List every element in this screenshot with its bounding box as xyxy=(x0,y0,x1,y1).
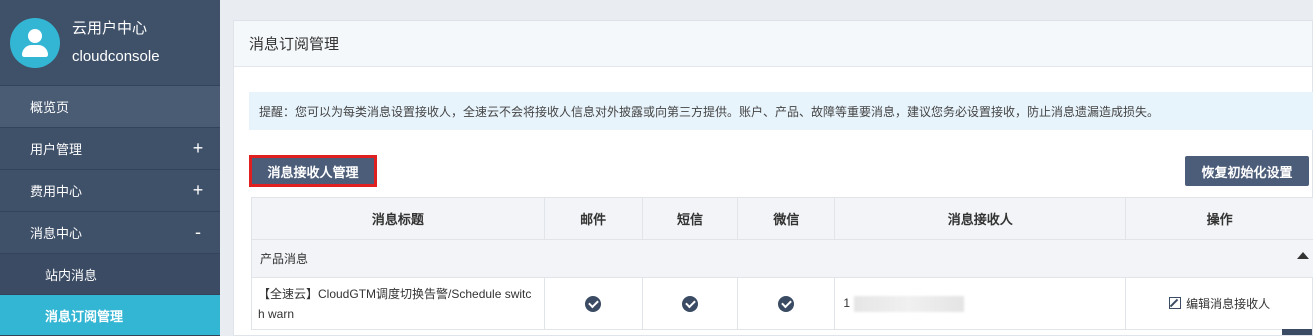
edit-receiver-label: 编辑消息接收人 xyxy=(1186,297,1271,311)
group-row-product[interactable]: 产品消息 xyxy=(251,239,1313,278)
subscription-table: 消息标题 邮件 短信 微信 消息接收人 操作 产品消息 【全速云】CloudGT… xyxy=(251,197,1313,330)
sidebar-item-label: 消息中心 xyxy=(30,226,83,241)
sidebar-item-overview[interactable]: 概览页 xyxy=(0,86,220,128)
sidebar-item-label: 站内消息 xyxy=(45,267,98,283)
table-header-row: 消息标题 邮件 短信 微信 消息接收人 操作 xyxy=(251,197,1313,240)
caret-up-icon[interactable] xyxy=(1297,252,1309,259)
expand-icon[interactable]: + xyxy=(192,180,204,201)
message-title-cell: 【全速云】CloudGTM调度切换告警/Schedule switch warn xyxy=(251,277,545,330)
table-row: 【全速云】CloudGTM调度切换告警/Schedule switch warn… xyxy=(251,277,1313,330)
wechat-checked-icon[interactable] xyxy=(778,295,795,312)
collapse-icon[interactable]: - xyxy=(192,222,204,243)
column-header-sms: 短信 xyxy=(641,197,739,240)
receiver-value: 1 xyxy=(843,295,851,310)
column-header-wechat: 微信 xyxy=(737,197,836,240)
profile-text: 云用户中心 cloudconsole xyxy=(72,18,160,68)
wechat-cell xyxy=(737,277,836,330)
sidebar-item-label: 消息订阅管理 xyxy=(45,308,124,324)
group-label-cell: 产品消息 xyxy=(251,239,1313,278)
sidebar-subitem-inbox[interactable]: 站内消息 xyxy=(0,254,220,295)
notice-banner: 提醒：您可以为每类消息设置接收人，全速云不会将接收人信息对外披露或向第三方提供。… xyxy=(249,92,1313,130)
main-panel: 消息订阅管理 提醒：您可以为每类消息设置接收人，全速云不会将接收人信息对外披露或… xyxy=(233,20,1313,336)
page-title: 消息订阅管理 xyxy=(234,21,1312,67)
column-header-action: 操作 xyxy=(1125,197,1313,240)
sidebar-item-label: 用户管理 xyxy=(30,142,83,157)
edit-receiver-link[interactable]: 编辑消息接收人 xyxy=(1169,297,1270,311)
manage-receivers-button[interactable]: 消息接收人管理 xyxy=(249,155,377,187)
sidebar-subitem-subscription[interactable]: 消息订阅管理 xyxy=(0,295,220,336)
profile-header: 云用户中心 cloudconsole xyxy=(0,0,220,86)
profile-subtitle: cloudconsole xyxy=(72,47,160,65)
sidebar-item-billing[interactable]: 费用中心 + xyxy=(0,170,220,212)
sidebar-item-message-center[interactable]: 消息中心 - xyxy=(0,212,220,254)
sms-cell xyxy=(641,277,739,330)
sidebar-item-label: 费用中心 xyxy=(30,184,83,199)
scrollbar-corner[interactable] xyxy=(1282,329,1312,335)
profile-name: 云用户中心 xyxy=(72,19,148,37)
edit-icon xyxy=(1169,297,1182,309)
redacted-receiver xyxy=(854,295,965,312)
email-cell xyxy=(543,277,643,330)
column-header-receiver: 消息接收人 xyxy=(834,197,1127,240)
reset-settings-button[interactable]: 恢复初始化设置 xyxy=(1185,156,1309,186)
sidebar: 云用户中心 cloudconsole 概览页 用户管理 + 费用中心 + 消息中… xyxy=(0,0,220,336)
action-cell: 编辑消息接收人 xyxy=(1125,277,1313,330)
column-header-title: 消息标题 xyxy=(251,197,545,240)
sidebar-item-label: 概览页 xyxy=(30,100,70,115)
group-label: 产品消息 xyxy=(260,252,309,266)
receiver-cell: 1 xyxy=(834,277,1127,330)
column-header-email: 邮件 xyxy=(543,197,643,240)
sidebar-item-user-management[interactable]: 用户管理 + xyxy=(0,128,220,170)
user-avatar-icon xyxy=(10,17,60,68)
sms-checked-icon[interactable] xyxy=(682,295,699,312)
expand-icon[interactable]: + xyxy=(192,138,204,159)
email-checked-icon[interactable] xyxy=(585,295,602,312)
